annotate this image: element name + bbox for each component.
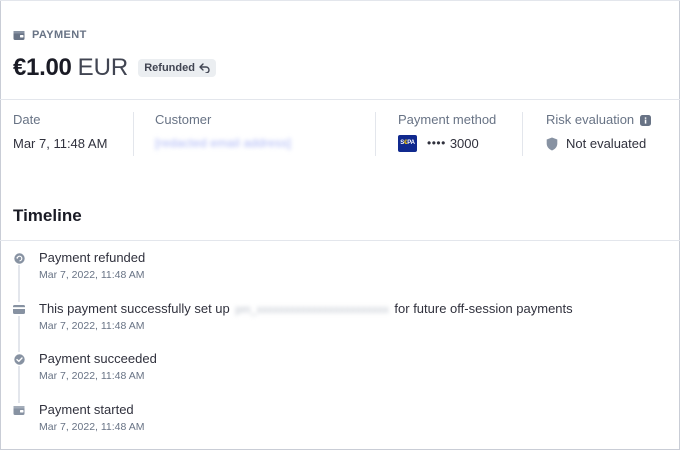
status-badge-label: Refunded <box>144 62 195 74</box>
timeline-divider <box>0 240 680 241</box>
status-badge: Refunded <box>138 59 216 77</box>
payment-method-last4: 3000 <box>449 136 479 151</box>
sepa-logo-icon: S € PA <box>398 135 417 152</box>
setup-text-after: for future off-session payments <box>394 301 573 316</box>
check-circle-icon <box>13 353 25 365</box>
wallet-icon <box>13 30 25 40</box>
header-divider <box>0 99 680 100</box>
refund-icon <box>13 252 25 264</box>
card-icon <box>13 304 25 314</box>
payment-currency: EUR <box>77 54 129 81</box>
timeline-event-text: This payment successfully set up pm_xxxx… <box>39 301 573 318</box>
payment-method-value[interactable]: S € PA •••• 3000 <box>398 135 518 152</box>
risk-label: Risk evaluation <box>546 112 635 127</box>
wallet-icon <box>13 405 25 415</box>
section-label: PAYMENT <box>32 29 87 41</box>
amount-row: €1.00 EUR Refunded <box>13 54 216 82</box>
payment-summary: Date Mar 7, 11:48 AM Customer [redacted … <box>0 112 680 158</box>
payment-method-label: Payment method <box>398 112 497 127</box>
payment-amount: €1.00 <box>13 54 72 81</box>
timeline-event-time: Mar 7, 2022, 11:48 AM <box>39 421 145 433</box>
summary-separator-3 <box>522 112 523 156</box>
timeline-event: This payment successfully set up pm_xxxx… <box>0 301 680 337</box>
timeline-event-time: Mar 7, 2022, 11:48 AM <box>39 320 145 332</box>
timeline-event-text: Payment succeeded <box>39 351 157 366</box>
timeline-event: Payment started Mar 7, 2022, 11:48 AM <box>0 402 680 438</box>
timeline-event-time: Mar 7, 2022, 11:48 AM <box>39 269 145 281</box>
card-mask: •••• <box>427 136 446 150</box>
setup-text-before: This payment successfully set up <box>39 301 230 316</box>
summary-separator-2 <box>375 112 376 156</box>
summary-payment-method: Payment method S € PA •••• 3000 <box>398 112 518 158</box>
timeline-event: Payment refunded Mar 7, 2022, 11:48 AM <box>0 250 680 286</box>
summary-date: Date Mar 7, 11:48 AM <box>13 112 128 158</box>
summary-customer: Customer [redacted email address] <box>155 112 365 158</box>
info-icon[interactable] <box>640 114 652 126</box>
refund-arrow-icon <box>199 63 210 73</box>
section-header: PAYMENT <box>13 28 87 42</box>
timeline-event-time: Mar 7, 2022, 11:48 AM <box>39 370 145 382</box>
risk-value: Not evaluated <box>566 136 647 151</box>
redacted-payment-method-id[interactable]: pm_xxxxxxxxxxxxxxxxxxxxxxxx <box>235 302 388 318</box>
customer-label: Customer <box>155 112 212 127</box>
top-border <box>0 0 680 1</box>
timeline-event-text: Payment refunded <box>39 250 146 265</box>
timeline-event: Payment succeeded Mar 7, 2022, 11:48 AM <box>0 351 680 387</box>
timeline-title: Timeline <box>13 206 82 225</box>
date-label: Date <box>13 112 41 127</box>
date-value: Mar 7, 11:48 AM <box>13 136 108 151</box>
summary-risk: Risk evaluation Not evaluated <box>546 112 671 158</box>
customer-email-link[interactable]: [redacted email address] <box>155 135 291 152</box>
timeline-event-text: Payment started <box>39 402 134 417</box>
summary-separator-1 <box>133 112 134 156</box>
shield-icon <box>546 137 558 150</box>
